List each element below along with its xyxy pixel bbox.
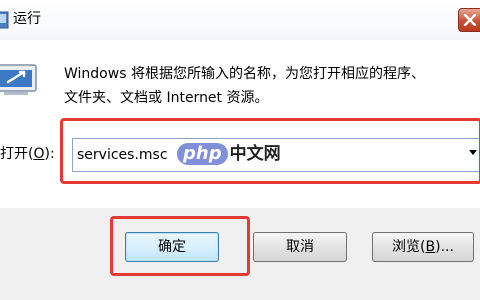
close-icon bbox=[463, 14, 477, 26]
open-label-text: 打开( bbox=[0, 146, 34, 162]
run-program-icon bbox=[0, 64, 37, 95]
cancel-button-label: 取消 bbox=[286, 239, 314, 255]
browse-button-label: 浏览( bbox=[392, 239, 426, 255]
browse-button[interactable]: 浏览(B)... bbox=[372, 232, 474, 262]
open-field-highlight bbox=[60, 118, 480, 184]
description-line-2: 文件夹、文档或 Internet 资源。 bbox=[64, 90, 269, 106]
run-title-icon bbox=[0, 11, 9, 29]
description-line-1: Windows 将根据您所输入的名称，为您打开相应的程序、 bbox=[64, 66, 425, 82]
ok-button-highlight bbox=[110, 216, 250, 276]
open-label-access-key: O bbox=[33, 146, 45, 162]
open-label-end: ): bbox=[44, 146, 55, 162]
open-label: 打开(O): bbox=[0, 142, 55, 166]
close-button[interactable] bbox=[458, 8, 480, 32]
cancel-button[interactable]: 取消 bbox=[253, 232, 347, 262]
title-bar[interactable]: 运行 bbox=[0, 0, 480, 40]
browse-button-label-end: )... bbox=[435, 239, 454, 255]
window-title: 运行 bbox=[13, 11, 41, 27]
run-dialog: 运行 Windows 将根据您所输入的名称，为您打开相应的程序、 文件夹、文档或… bbox=[0, 0, 480, 300]
dialog-description: Windows 将根据您所输入的名称，为您打开相应的程序、 文件夹、文档或 In… bbox=[64, 62, 474, 110]
browse-button-access-key: B bbox=[425, 239, 436, 255]
